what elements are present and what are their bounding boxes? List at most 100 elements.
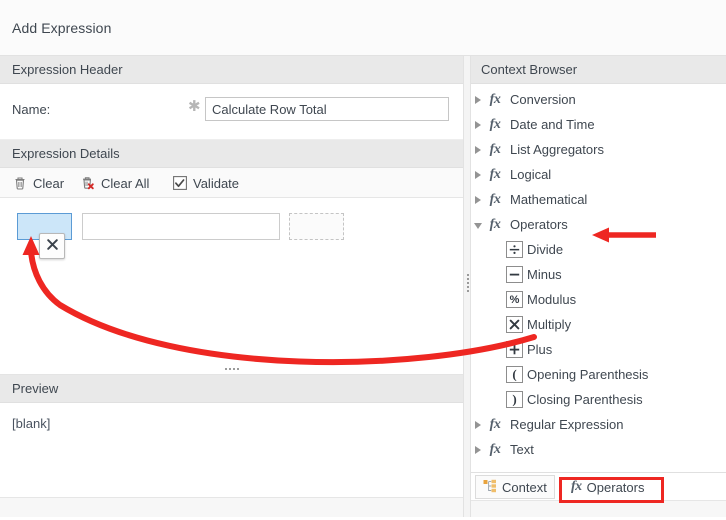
expression-editor-pane: Expression Header Name: ✱ Expression Det…: [0, 56, 463, 517]
tree-item-list-aggregators[interactable]: fx List Aggregators: [471, 137, 726, 162]
expression-slot-empty[interactable]: [289, 213, 344, 240]
tree-item-regular-expression[interactable]: fx Regular Expression: [471, 412, 726, 437]
tree-item-label: Divide: [523, 242, 563, 257]
vertical-splitter[interactable]: [463, 56, 471, 517]
tree-item-minus[interactable]: Minus: [471, 262, 726, 287]
tab-context-label: Context: [502, 480, 547, 495]
fx-icon: fx: [484, 217, 506, 233]
tree-item-mathematical[interactable]: fx Mathematical: [471, 187, 726, 212]
tree-item-label: Date and Time: [506, 117, 595, 132]
tab-operators[interactable]: fx Operators: [563, 475, 652, 499]
name-row: Name: ✱: [0, 84, 463, 140]
fx-icon: fx: [484, 417, 506, 433]
checkbox-check-icon: [172, 175, 188, 191]
chevron-right-icon[interactable]: [471, 112, 484, 137]
tree-item-logical[interactable]: fx Logical: [471, 162, 726, 187]
expression-details-section: Expression Details: [0, 140, 463, 168]
chevron-right-icon[interactable]: [471, 137, 484, 162]
clear-button[interactable]: Clear: [12, 172, 64, 194]
context-browser-tabbar: Context fx Operators: [471, 472, 726, 500]
tree-item-plus[interactable]: Plus: [471, 337, 726, 362]
tree-item-label: Operators: [506, 217, 568, 232]
dialog-titlebar: Add Expression: [0, 0, 726, 56]
chevron-right-icon[interactable]: [471, 412, 484, 437]
splitter-dot: [233, 368, 235, 370]
tree-item-label: Modulus: [523, 292, 576, 307]
splitter-dot: [467, 282, 469, 284]
expression-canvas: [0, 198, 463, 375]
tab-context[interactable]: Context: [475, 475, 555, 499]
tree-item-multiply[interactable]: Multiply: [471, 312, 726, 337]
tree-item-divide[interactable]: Divide: [471, 237, 726, 262]
divide-icon: [506, 241, 523, 258]
name-input[interactable]: [205, 97, 449, 121]
tree-item-label: Conversion: [506, 92, 576, 107]
context-browser-title: Context Browser: [481, 62, 577, 77]
trash-icon: [12, 175, 28, 191]
clear-button-label: Clear: [33, 176, 64, 191]
splitter-dot: [237, 368, 239, 370]
expression-header-section: Expression Header: [0, 56, 463, 84]
add-expression-dialog: Add Expression Expression Header Name: ✱…: [0, 0, 726, 517]
preview-body: [blank]: [0, 403, 463, 497]
required-asterisk-icon: ✱: [188, 98, 201, 116]
expression-toolbar: Clear Clear All: [0, 168, 463, 198]
tree-item-operators[interactable]: fx Operators: [471, 212, 726, 237]
close-paren-icon: ): [506, 391, 523, 408]
chevron-down-icon[interactable]: [471, 212, 484, 237]
chevron-right-icon[interactable]: [471, 437, 484, 462]
context-browser-pane: Context Browser fx Conversion fx Date an…: [471, 56, 726, 517]
preview-section: Preview: [0, 375, 463, 403]
percent-icon: %: [506, 291, 523, 308]
preview-title: Preview: [12, 381, 58, 396]
tree-item-label: Multiply: [523, 317, 571, 332]
fx-icon: fx: [571, 479, 582, 495]
clear-all-button[interactable]: Clear All: [80, 172, 149, 194]
remove-slot-button[interactable]: [39, 233, 65, 259]
tree-item-date-and-time[interactable]: fx Date and Time: [471, 112, 726, 137]
tree-item-label: Opening Parenthesis: [523, 367, 648, 382]
left-pane-footer: [0, 497, 463, 517]
tree-item-label: List Aggregators: [506, 142, 604, 157]
horizontal-splitter-handle[interactable]: [222, 366, 242, 372]
expression-details-title: Expression Details: [12, 146, 120, 161]
svg-text:%: %: [510, 294, 520, 306]
fx-icon: fx: [484, 167, 506, 183]
tree-item-label: Closing Parenthesis: [523, 392, 643, 407]
tree-item-label: Text: [506, 442, 534, 457]
fx-icon: fx: [484, 192, 506, 208]
clear-all-button-label: Clear All: [101, 176, 149, 191]
tree-item-text[interactable]: fx Text: [471, 437, 726, 462]
validate-button[interactable]: Validate: [172, 172, 239, 194]
right-pane-footer: [471, 500, 726, 517]
tab-operators-label: Operators: [587, 480, 645, 495]
page-title: Add Expression: [12, 20, 111, 36]
splitter-dot: [467, 290, 469, 292]
open-paren-icon: (: [506, 366, 523, 383]
plus-icon: [506, 341, 523, 358]
tree-item-label: Minus: [523, 267, 562, 282]
tree-structure-icon: [483, 479, 497, 496]
tree-item-opening-parenthesis[interactable]: ( Opening Parenthesis: [471, 362, 726, 387]
vertical-splitter-handle: [467, 274, 469, 292]
chevron-right-icon[interactable]: [471, 162, 484, 187]
chevron-right-icon[interactable]: [471, 87, 484, 112]
context-browser-header: Context Browser: [471, 56, 726, 84]
splitter-dot: [467, 286, 469, 288]
svg-text:): ): [512, 393, 516, 406]
context-browser-tree: fx Conversion fx Date and Time fx List A…: [471, 87, 726, 472]
tree-item-conversion[interactable]: fx Conversion: [471, 87, 726, 112]
fx-icon: fx: [484, 92, 506, 108]
chevron-right-icon[interactable]: [471, 187, 484, 212]
tree-item-label: Mathematical: [506, 192, 587, 207]
name-label: Name:: [12, 102, 50, 117]
tree-item-label: Regular Expression: [506, 417, 623, 432]
multiply-icon: [506, 316, 523, 333]
tree-item-closing-parenthesis[interactable]: ) Closing Parenthesis: [471, 387, 726, 412]
splitter-dot: [467, 278, 469, 280]
tree-item-modulus[interactable]: % Modulus: [471, 287, 726, 312]
fx-icon: fx: [484, 142, 506, 158]
expression-slot-text[interactable]: [82, 213, 280, 240]
validate-button-label: Validate: [193, 176, 239, 191]
fx-icon: fx: [484, 442, 506, 458]
